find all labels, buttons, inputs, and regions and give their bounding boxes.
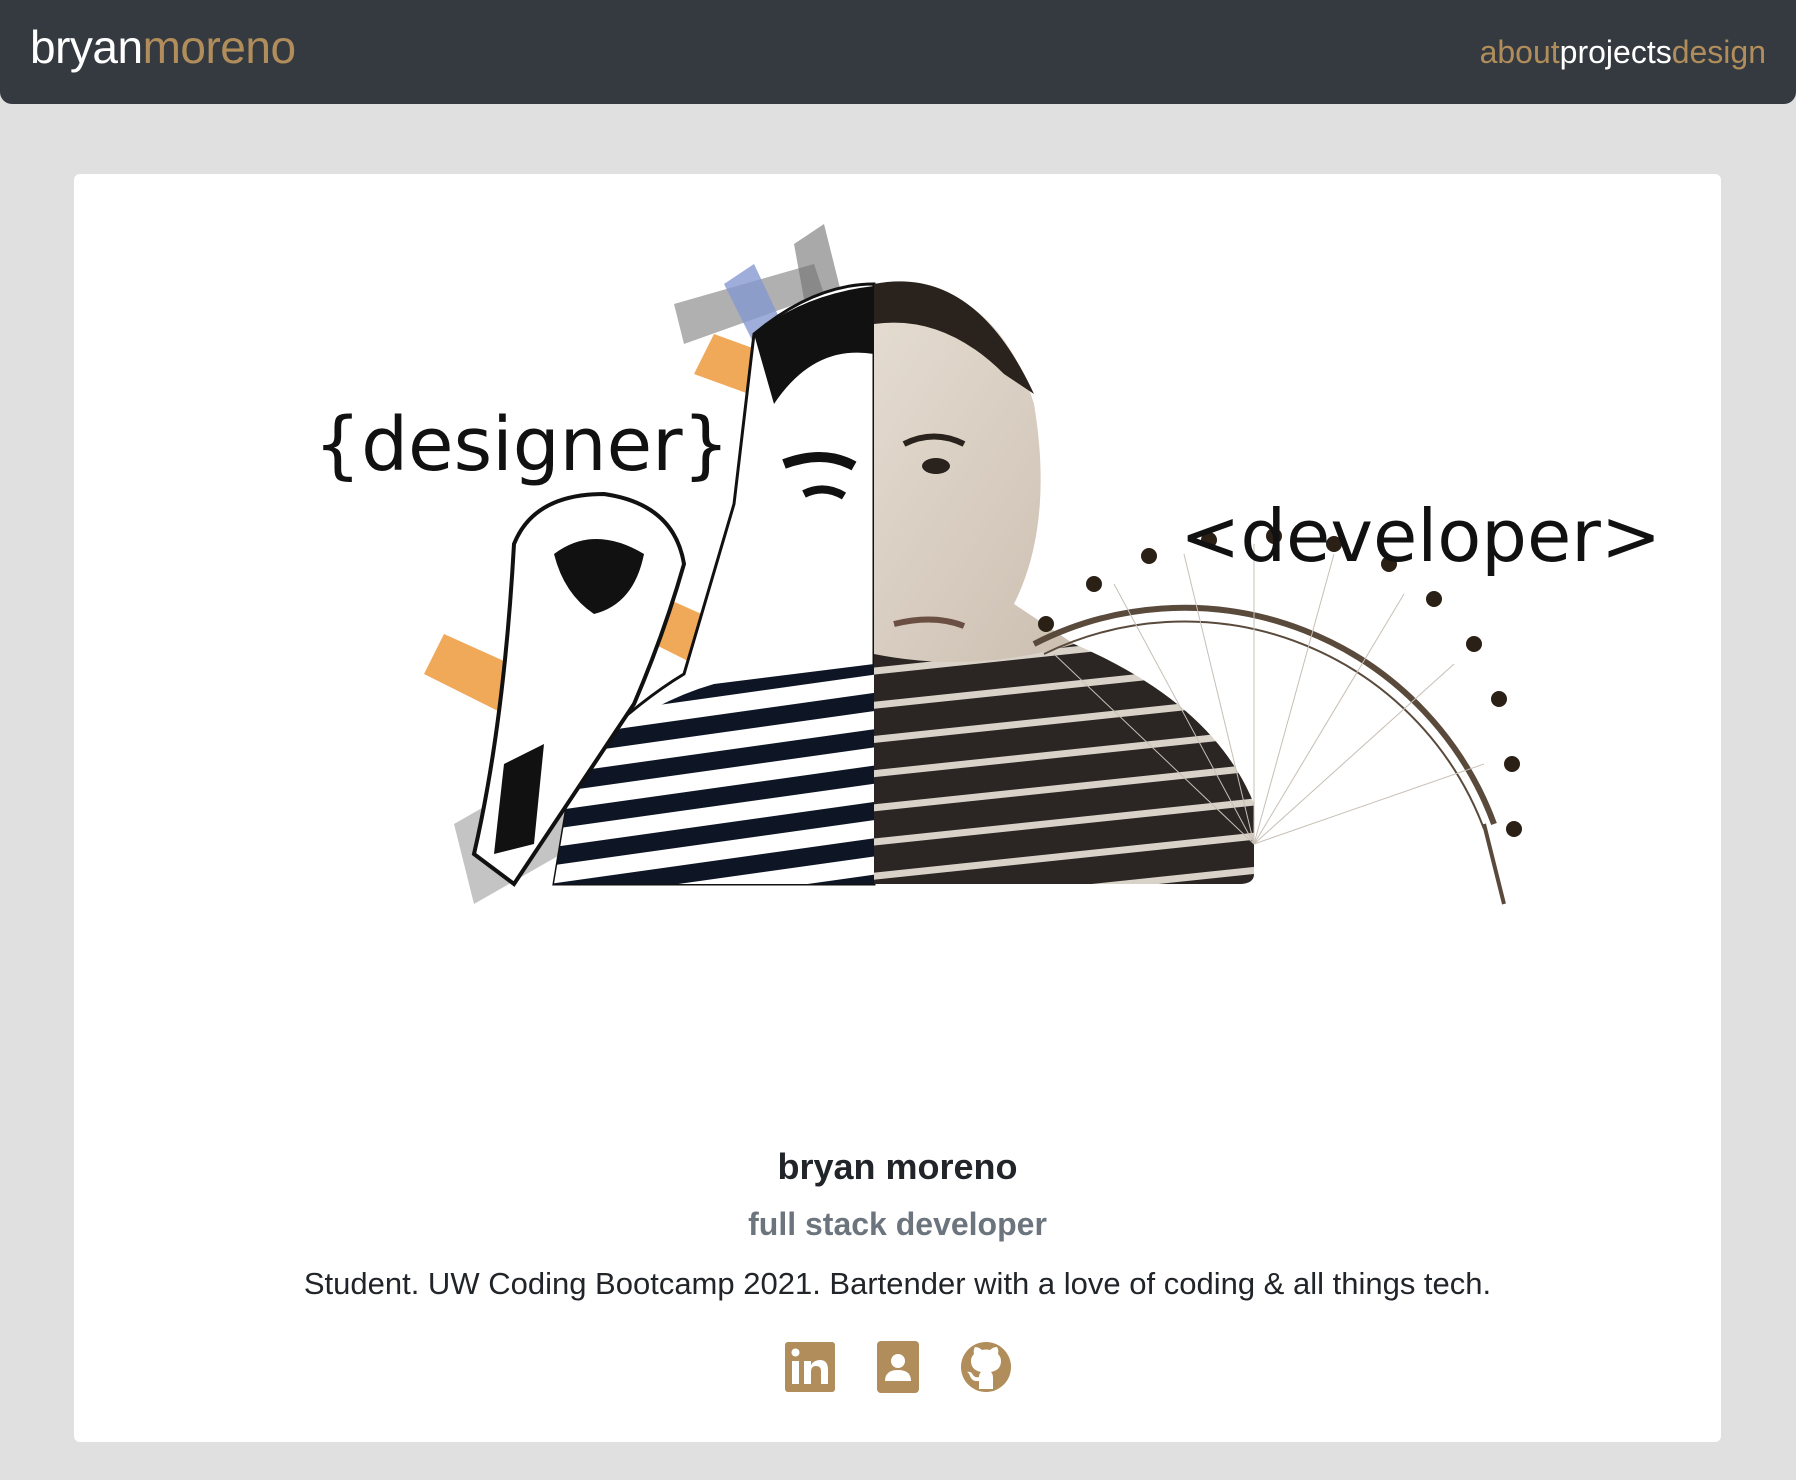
profile-card: {designer} <developer> bryan moreno full…: [74, 174, 1721, 1442]
brand-last-name: moreno: [142, 21, 296, 73]
developer-label: <developer>: [1180, 494, 1662, 578]
nav-link-projects[interactable]: projects: [1560, 34, 1672, 71]
navbar: bryanmoreno about projects design: [0, 0, 1796, 104]
brand-logo[interactable]: bryanmoreno: [30, 20, 296, 74]
nav-link-design[interactable]: design: [1672, 34, 1766, 71]
contact-card-icon[interactable]: [871, 1340, 925, 1394]
brand-first-name: bryan: [30, 21, 143, 73]
linkedin-icon[interactable]: [783, 1340, 837, 1394]
developer-half: [874, 281, 1254, 884]
nav-links: about projects design: [1480, 34, 1766, 71]
nav-link-about[interactable]: about: [1480, 34, 1560, 71]
hero-illustration: [424, 224, 1522, 905]
social-links: [74, 1340, 1721, 1394]
profile-role: full stack developer: [748, 1206, 1047, 1242]
designer-half: [471, 282, 876, 887]
profile-name: bryan moreno: [777, 1146, 1018, 1187]
profile-bio: Student. UW Coding Bootcamp 2021. Barten…: [303, 1266, 1492, 1301]
github-icon[interactable]: [959, 1340, 1013, 1394]
designer-label: {designer}: [314, 402, 730, 488]
hero-image: {designer} <developer>: [214, 204, 1661, 1024]
